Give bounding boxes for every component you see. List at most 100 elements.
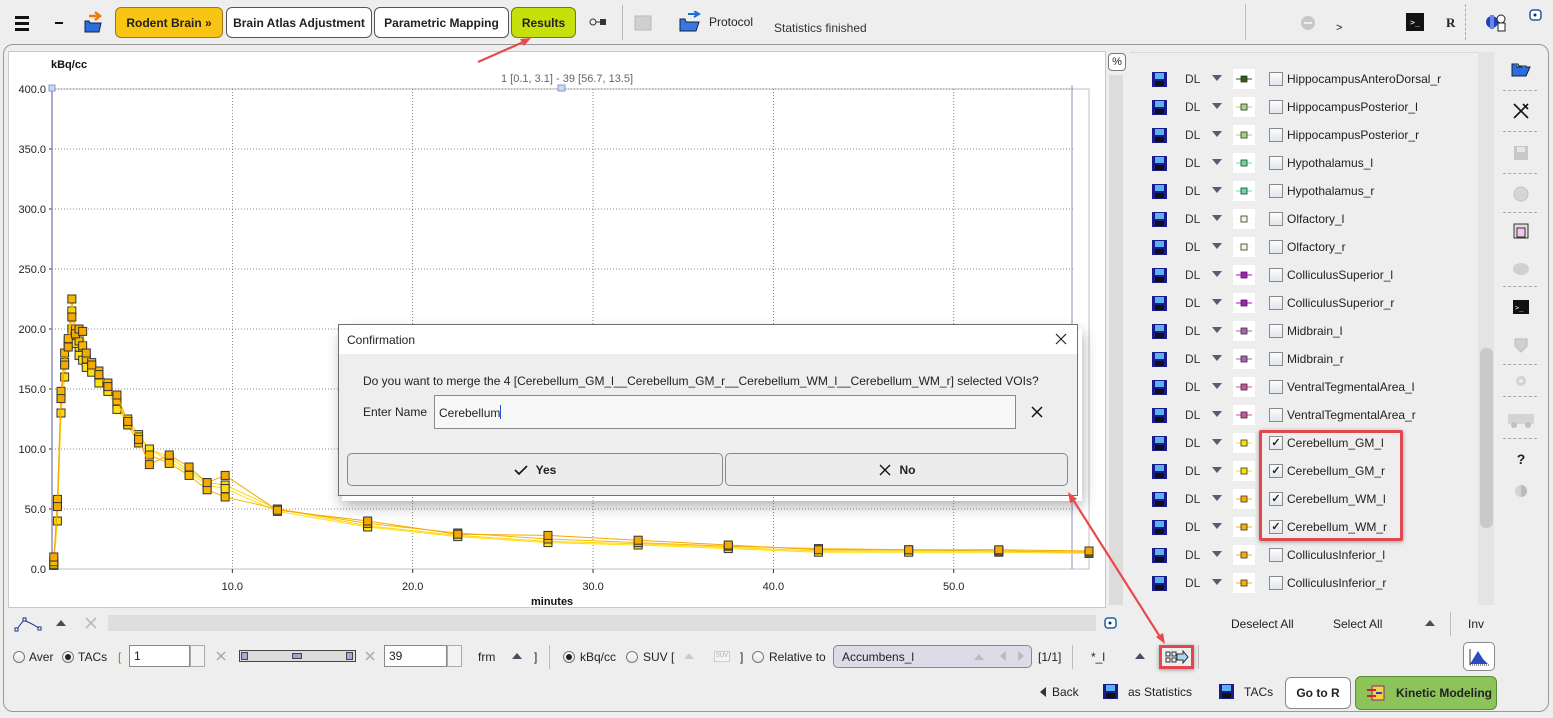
voi-save-icon[interactable]: [1152, 240, 1167, 255]
voi-color-swatch[interactable]: [1233, 517, 1255, 537]
voi-color-swatch[interactable]: [1233, 209, 1255, 229]
voi-mode-dropdown-icon[interactable]: [1212, 103, 1222, 109]
merged-voi-name-input[interactable]: Cerebellum: [434, 395, 1016, 429]
voi-color-swatch[interactable]: [1233, 433, 1255, 453]
chart-vertical-scrollbar[interactable]: [1109, 75, 1123, 605]
voi-checkbox[interactable]: [1269, 380, 1283, 394]
voi-checkbox[interactable]: [1269, 240, 1283, 254]
relative-prev-icon[interactable]: [1000, 651, 1006, 661]
voi-mode-dropdown-icon[interactable]: [1212, 75, 1222, 81]
reset-end-icon[interactable]: [364, 650, 376, 662]
r-console-button[interactable]: R: [1446, 15, 1455, 31]
voi-color-swatch[interactable]: [1233, 97, 1255, 117]
command-prompt-label[interactable]: >: [1336, 22, 1342, 34]
voi-mode-dropdown-icon[interactable]: [1212, 579, 1222, 585]
selection-options-dropdown-icon[interactable]: [1425, 620, 1435, 626]
camera-icon[interactable]: [1528, 8, 1544, 22]
tab-parametric-mapping[interactable]: Parametric Mapping: [374, 7, 509, 38]
voi-save-icon[interactable]: [1152, 72, 1167, 87]
voi-save-icon[interactable]: [1152, 464, 1167, 479]
voi-save-icon[interactable]: [1152, 324, 1167, 339]
deselect-all-button[interactable]: Deselect All: [1231, 617, 1294, 631]
voi-row[interactable]: DL Hypothalamus_r: [1130, 177, 1480, 205]
voi-mode-dropdown-icon[interactable]: [1212, 467, 1222, 473]
voi-color-swatch[interactable]: [1233, 125, 1255, 145]
voi-row[interactable]: DL VentralTegmentalArea_r: [1130, 401, 1480, 429]
curve-style-icon[interactable]: [14, 614, 42, 634]
voi-filter-label[interactable]: *_l: [1091, 650, 1105, 664]
voi-save-icon[interactable]: [1152, 100, 1167, 115]
voi-checkbox[interactable]: [1269, 324, 1283, 338]
voi-row[interactable]: DL Olfactory_r: [1130, 233, 1480, 261]
open-folder-icon[interactable]: [1510, 58, 1532, 80]
voi-checkbox[interactable]: [1269, 576, 1283, 590]
go-to-r-button[interactable]: Go to R: [1285, 677, 1351, 709]
voi-save-icon[interactable]: [1152, 380, 1167, 395]
help-icon[interactable]: ?: [1510, 448, 1532, 470]
voi-mode-dropdown-icon[interactable]: [1212, 215, 1222, 221]
voi-save-icon[interactable]: [1152, 576, 1167, 591]
invert-selection-button[interactable]: Inv: [1468, 617, 1484, 631]
voi-save-icon[interactable]: [1152, 548, 1167, 563]
curve-options-dropdown-icon[interactable]: [56, 620, 66, 626]
range-slider-thumb[interactable]: [292, 653, 302, 659]
close-all-icon[interactable]: [1510, 100, 1532, 122]
hamburger-menu-icon[interactable]: [12, 13, 32, 33]
voi-row[interactable]: DL Olfactory_l: [1130, 205, 1480, 233]
voi-save-icon[interactable]: [1152, 296, 1167, 311]
voi-mode-dropdown-icon[interactable]: [1212, 327, 1222, 333]
save-statistics-icon[interactable]: [1103, 684, 1118, 699]
protocol-icon[interactable]: [678, 10, 702, 34]
back-button[interactable]: Back: [1052, 685, 1079, 699]
voi-color-swatch[interactable]: [1233, 321, 1255, 341]
relative-next-icon[interactable]: [1018, 651, 1024, 661]
relative-to-select[interactable]: Accumbens_l: [833, 645, 1032, 668]
frame-range-slider[interactable]: [239, 650, 356, 662]
voi-save-icon[interactable]: [1152, 520, 1167, 535]
voi-row[interactable]: DL ColliculusInferior_l: [1130, 541, 1480, 569]
voi-mode-dropdown-icon[interactable]: [1212, 243, 1222, 249]
voi-checkbox[interactable]: [1269, 184, 1283, 198]
kbq-radio[interactable]: [563, 651, 575, 663]
voi-mode-dropdown-icon[interactable]: [1212, 551, 1222, 557]
yes-button[interactable]: Yes: [347, 453, 723, 486]
voi-color-swatch[interactable]: [1233, 237, 1255, 257]
voi-mode-dropdown-icon[interactable]: [1212, 495, 1222, 501]
voi-row[interactable]: DL ColliculusSuperior_r: [1130, 289, 1480, 317]
voi-save-icon[interactable]: [1152, 408, 1167, 423]
minimize-icon[interactable]: [51, 13, 67, 33]
reset-start-icon[interactable]: [215, 650, 227, 662]
voi-checkbox[interactable]: [1269, 296, 1283, 310]
voi-checkbox[interactable]: [1269, 268, 1283, 282]
voi-checkbox[interactable]: [1269, 128, 1283, 142]
voi-color-swatch[interactable]: [1233, 573, 1255, 593]
voi-save-icon[interactable]: [1152, 436, 1167, 451]
voi-mode-dropdown-icon[interactable]: [1212, 411, 1222, 417]
save-as-statistics-button[interactable]: as Statistics: [1128, 685, 1192, 699]
voi-mode-dropdown-icon[interactable]: [1212, 159, 1222, 165]
console-icon[interactable]: >_: [1406, 13, 1424, 31]
voi-save-icon[interactable]: [1152, 128, 1167, 143]
tab-rodent-brain[interactable]: Rodent Brain »: [115, 7, 223, 38]
dialog-titlebar[interactable]: Confirmation: [339, 325, 1077, 354]
save-tacs-icon[interactable]: [1219, 684, 1234, 699]
voi-color-swatch[interactable]: [1233, 265, 1255, 285]
range-end-handle[interactable]: [557, 84, 566, 92]
voi-color-swatch[interactable]: [1233, 461, 1255, 481]
voi-color-swatch[interactable]: [1233, 181, 1255, 201]
voi-row[interactable]: DL VentralTegmentalArea_l: [1130, 373, 1480, 401]
snapshot-icon[interactable]: [1104, 617, 1118, 629]
voi-mode-dropdown-icon[interactable]: [1212, 271, 1222, 277]
voi-mode-dropdown-icon[interactable]: [1212, 383, 1222, 389]
clear-name-icon[interactable]: [1029, 404, 1045, 420]
voi-row[interactable]: DL HippocampusAnteroDorsal_r: [1130, 65, 1480, 93]
select-all-button[interactable]: Select All: [1333, 617, 1382, 631]
voi-color-swatch[interactable]: [1233, 153, 1255, 173]
voi-list-scroll-thumb[interactable]: [1480, 348, 1493, 528]
tab-results[interactable]: Results: [511, 7, 576, 38]
suv-radio[interactable]: [626, 651, 638, 663]
voi-mode-dropdown-icon[interactable]: [1212, 523, 1222, 529]
voi-checkbox[interactable]: [1269, 352, 1283, 366]
back-arrow-icon[interactable]: [1040, 687, 1046, 697]
voi-checkbox[interactable]: [1269, 212, 1283, 226]
